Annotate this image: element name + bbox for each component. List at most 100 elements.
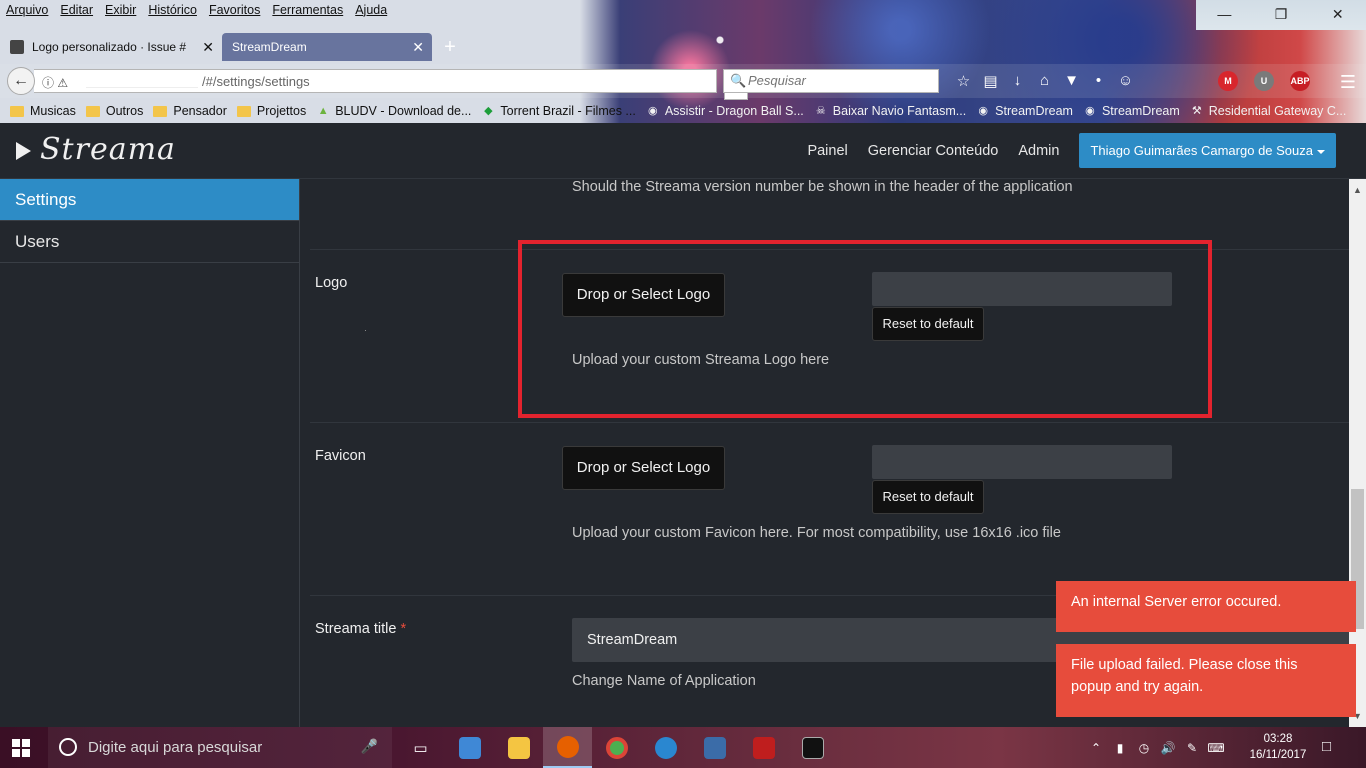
app-logo[interactable]: Streama bbox=[40, 132, 176, 167]
reader-list-icon[interactable]: ▤ bbox=[977, 72, 1004, 90]
notification-center-icon[interactable]: □ bbox=[1322, 738, 1331, 755]
system-clock[interactable]: 03:28 16/11/2017 bbox=[1244, 731, 1312, 763]
windows-start-icon[interactable] bbox=[12, 739, 30, 757]
play-icon bbox=[16, 142, 31, 160]
bookmark-label: Baixar Navio Fantasm... bbox=[832, 104, 967, 118]
terminal-icon[interactable] bbox=[788, 727, 837, 768]
menu-arquivo[interactable]: Arquivo bbox=[0, 0, 54, 22]
favicon-upload-button[interactable]: Drop or Select Logo bbox=[562, 446, 725, 490]
show-hidden-icons-icon[interactable]: ⌃ bbox=[1084, 741, 1108, 755]
close-icon[interactable]: ✕ bbox=[1309, 0, 1366, 30]
monkey-icon[interactable]: ☺ bbox=[1112, 72, 1139, 90]
tab-title: StreamDream bbox=[232, 40, 307, 54]
back-arrow-icon[interactable]: ← bbox=[7, 67, 35, 95]
menu-favoritos[interactable]: Favoritos bbox=[203, 0, 266, 22]
keyboard-icon[interactable]: ⌨ bbox=[1204, 741, 1228, 755]
version-setting-help: Should the Streama version number be sho… bbox=[572, 179, 1073, 195]
required-asterisk: * bbox=[400, 621, 407, 637]
favicon-reset-button[interactable]: Reset to default bbox=[872, 480, 984, 514]
mega-extension-icon[interactable]: M bbox=[1218, 71, 1238, 91]
menu-ferramentas[interactable]: Ferramentas bbox=[266, 0, 349, 22]
info-icon[interactable]: ⓘ ⚠ bbox=[42, 74, 68, 91]
adblock-plus-icon[interactable]: ABP bbox=[1290, 71, 1310, 91]
favicon-label: Favicon bbox=[315, 448, 366, 464]
close-tab-icon[interactable]: ✕ bbox=[412, 40, 424, 54]
microphone-icon[interactable]: 🎤 bbox=[361, 738, 378, 755]
task-view-icon[interactable]: ▭ bbox=[396, 727, 445, 768]
filezilla-icon[interactable] bbox=[739, 727, 788, 768]
scroll-up-icon[interactable]: ▲ bbox=[1353, 185, 1362, 195]
globe-icon: ◉ bbox=[648, 105, 658, 117]
bookmark-folder[interactable]: Projettos bbox=[236, 104, 306, 118]
logo-upload-button[interactable]: Drop or Select Logo bbox=[562, 273, 725, 317]
error-toast-server[interactable]: An internal Server error occured. bbox=[1056, 581, 1356, 632]
nav-admin[interactable]: Admin bbox=[1018, 143, 1059, 159]
url-text: /#/settings/settings bbox=[202, 74, 310, 89]
file-explorer-icon[interactable] bbox=[494, 727, 543, 768]
pocket-icon[interactable]: ▼ bbox=[1058, 72, 1085, 90]
nav-gerenciar-conteudo[interactable]: Gerenciar Conteúdo bbox=[868, 143, 999, 159]
battery-icon[interactable]: ▮ bbox=[1108, 741, 1132, 755]
bookmark-link[interactable]: ◉ StreamDream bbox=[976, 104, 1073, 118]
hamburger-menu-icon[interactable]: ☰ bbox=[1340, 72, 1356, 93]
clock-time: 03:28 bbox=[1263, 733, 1293, 745]
volume-icon[interactable]: 🔊 bbox=[1156, 741, 1180, 755]
taskbar-search[interactable]: Digite aqui para pesquisar 🎤 bbox=[48, 727, 392, 768]
chrome-icon[interactable] bbox=[592, 727, 641, 768]
cortana-icon bbox=[59, 738, 77, 756]
app-lightning-icon[interactable] bbox=[641, 727, 690, 768]
bookmark-folder[interactable]: Outros bbox=[85, 104, 143, 118]
minimize-icon[interactable]: — bbox=[1196, 0, 1253, 30]
search-input[interactable] bbox=[748, 73, 928, 88]
folder-icon bbox=[85, 105, 100, 117]
bookmark-label: BLUDV - Download de... bbox=[335, 104, 472, 118]
bookmark-folder[interactable]: Musicas bbox=[10, 104, 76, 118]
sync-icon[interactable]: • bbox=[1085, 72, 1112, 90]
menu-editar[interactable]: Editar bbox=[54, 0, 99, 22]
brazil-flag-icon: ◆ bbox=[484, 105, 493, 117]
bookmark-folder[interactable]: Pensador bbox=[153, 104, 227, 118]
menu-ajuda[interactable]: Ajuda bbox=[349, 0, 393, 22]
bookmark-link[interactable]: ◉ StreamDream bbox=[1083, 104, 1180, 118]
ublock-extension-icon[interactable]: U bbox=[1254, 71, 1274, 91]
menu-historico[interactable]: Histórico bbox=[142, 0, 203, 22]
logo-setting-row: Logo Drop or Select Logo Reset to defaul… bbox=[310, 249, 1349, 422]
download-icon[interactable]: ↓ bbox=[1004, 72, 1031, 90]
bookmark-link[interactable]: ⚒ Residential Gateway C... bbox=[1190, 104, 1347, 118]
user-menu-button[interactable]: Thiago Guimarães Camargo de Souza bbox=[1079, 133, 1336, 168]
network-app-icon[interactable] bbox=[690, 727, 739, 768]
media-player-icon[interactable] bbox=[445, 727, 494, 768]
bookmark-link[interactable]: ☠ Baixar Navio Fantasm... bbox=[814, 104, 966, 118]
globe-icon: ◉ bbox=[978, 105, 988, 117]
tab-issue[interactable]: Logo personalizado · Issue # ✕ bbox=[0, 33, 222, 61]
bookmark-label: Assistir - Dragon Ball S... bbox=[664, 104, 804, 118]
bookmark-link[interactable]: ▲ BLUDV - Download de... bbox=[316, 104, 472, 118]
nav-painel[interactable]: Painel bbox=[807, 143, 847, 159]
sidebar-item-settings[interactable]: Settings bbox=[0, 179, 299, 221]
url-bar[interactable]: ⓘ ⚠ /#/settings/settings ↻ bbox=[34, 69, 748, 100]
restore-icon[interactable]: ❐ bbox=[1253, 0, 1310, 30]
sidebar-item-users[interactable]: Users bbox=[0, 221, 299, 263]
menu-exibir[interactable]: Exibir bbox=[99, 0, 142, 22]
tab-streamdream[interactable]: StreamDream ✕ bbox=[222, 33, 432, 61]
bookmark-link[interactable]: ◉ Assistir - Dragon Ball S... bbox=[646, 104, 804, 118]
tools-icon: ⚒ bbox=[1191, 105, 1202, 117]
firefox-icon[interactable] bbox=[543, 727, 592, 768]
pen-icon[interactable]: ✎ bbox=[1180, 741, 1204, 755]
bookmark-link[interactable]: ◆ Torrent Brazil - Filmes ... bbox=[481, 104, 636, 118]
home-icon[interactable]: ⌂ bbox=[1031, 72, 1058, 90]
extension-icons: M U ABP bbox=[1218, 71, 1326, 91]
wifi-icon[interactable]: ◷ bbox=[1132, 741, 1156, 755]
logo-label: Logo bbox=[315, 275, 348, 291]
error-toast-upload[interactable]: File upload failed. Please close this po… bbox=[1056, 644, 1356, 717]
bludv-icon: ▲ bbox=[317, 105, 329, 117]
url-redacted bbox=[86, 74, 198, 88]
search-box[interactable]: 🔍 bbox=[723, 69, 939, 93]
logo-reset-button[interactable]: Reset to default bbox=[872, 307, 984, 341]
favicon-help-text: Upload your custom Favicon here. For mos… bbox=[572, 525, 1061, 541]
toolbar-icons: ☆ ▤ ↓ ⌂ ▼ • ☺ bbox=[950, 72, 1139, 90]
close-tab-icon[interactable]: ✕ bbox=[202, 40, 214, 54]
bookmark-star-icon[interactable]: ☆ bbox=[950, 72, 977, 90]
new-tab-icon[interactable]: + bbox=[432, 33, 468, 61]
system-tray: ⌃ ▮ ◷ 🔊 ✎ ⌨ bbox=[1084, 727, 1228, 768]
